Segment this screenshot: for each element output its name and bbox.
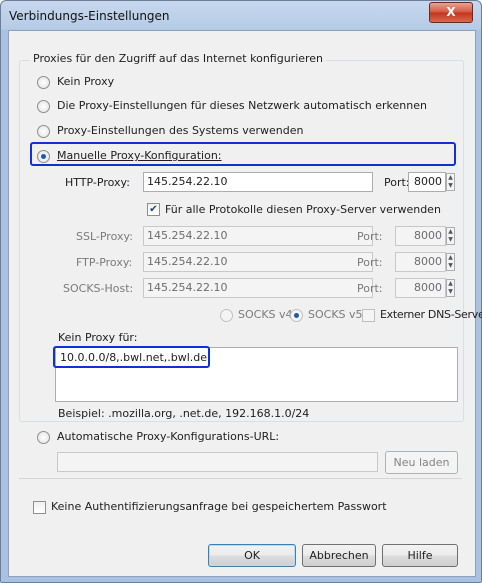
cancel-button[interactable]: Abbrechen [302,544,376,567]
socks-port-label: Port: [357,282,383,295]
group-label: Proxies für den Zugriff auf das Internet… [30,52,327,65]
label-no-proxy[interactable]: Kein Proxy [57,75,114,88]
label-system-proxy[interactable]: Proxy-Einstellungen des Systems verwende… [57,124,303,137]
label-auto-detect[interactable]: Die Proxy-Einstellungen für dieses Netzw… [57,99,427,112]
ssl-proxy-label: SSL-Proxy: [76,230,133,243]
ssl-proxy-field[interactable]: 145.254.22.10 [143,226,373,246]
window-title: Verbindungs-Einstellungen [9,9,170,23]
ssl-port-stepper[interactable]: ▲ ▼ [446,227,455,245]
ftp-port-stepper[interactable]: ▲ ▼ [446,253,455,271]
ftp-port-label: Port: [357,256,383,269]
label-socks-v5[interactable]: SOCKS v5 [308,308,363,321]
radio-no-proxy[interactable] [37,76,50,89]
highlight-no-proxy-value [53,346,210,368]
close-button[interactable]: X [429,2,473,23]
auto-config-url-field[interactable] [57,452,378,472]
no-auth-prompt-label[interactable]: Keine Authentifizierungsanfrage bei gesp… [51,500,387,513]
remote-dns-checkbox[interactable] [362,309,375,322]
ftp-proxy-label: FTP-Proxy: [76,256,133,269]
ok-button[interactable]: OK [208,544,296,567]
radio-socks-v4[interactable] [220,309,233,322]
http-port-stepper[interactable]: ▲ ▼ [446,173,455,191]
all-protocols-label[interactable]: Für alle Protokolle diesen Proxy-Server … [165,203,441,216]
all-protocols-checkbox[interactable]: ✔ [147,203,160,216]
highlight-manual-proxy [30,142,456,166]
no-proxy-for-label: Kein Proxy für: [58,331,138,344]
socks-port-field[interactable]: 8000 [395,278,446,298]
http-proxy-label: HTTP-Proxy: [65,176,130,189]
divider [19,478,462,479]
ssl-port-label: Port: [357,230,383,243]
label-socks-v4[interactable]: SOCKS v4 [238,308,293,321]
ftp-port-field[interactable]: 8000 [395,252,446,272]
help-button[interactable]: Hilfe [382,544,458,567]
radio-socks-v5[interactable] [290,309,303,322]
http-port-label: Port: [384,176,410,189]
ssl-port-field[interactable]: 8000 [395,226,446,246]
no-proxy-example: Beispiel: .mozilla.org, .net.de, 192.168… [58,407,310,420]
http-port-field[interactable]: 8000 [408,172,446,192]
socks-host-field[interactable]: 145.254.22.10 [143,278,373,298]
http-proxy-field[interactable]: 145.254.22.10 [143,172,373,192]
radio-system-proxy[interactable] [37,125,50,138]
ftp-proxy-field[interactable]: 145.254.22.10 [143,252,373,272]
socks-port-stepper[interactable]: ▲ ▼ [446,279,455,297]
label-auto-config-url[interactable]: Automatische Proxy-Konfigurations-URL: [57,430,279,443]
no-auth-prompt-checkbox[interactable] [33,501,46,514]
remote-dns-label[interactable]: Externer DNS-Server [380,308,482,321]
radio-auto-detect[interactable] [37,100,50,113]
reload-button[interactable]: Neu laden [385,451,458,474]
radio-auto-config-url[interactable] [37,431,50,444]
socks-host-label: SOCKS-Host: [63,282,134,295]
